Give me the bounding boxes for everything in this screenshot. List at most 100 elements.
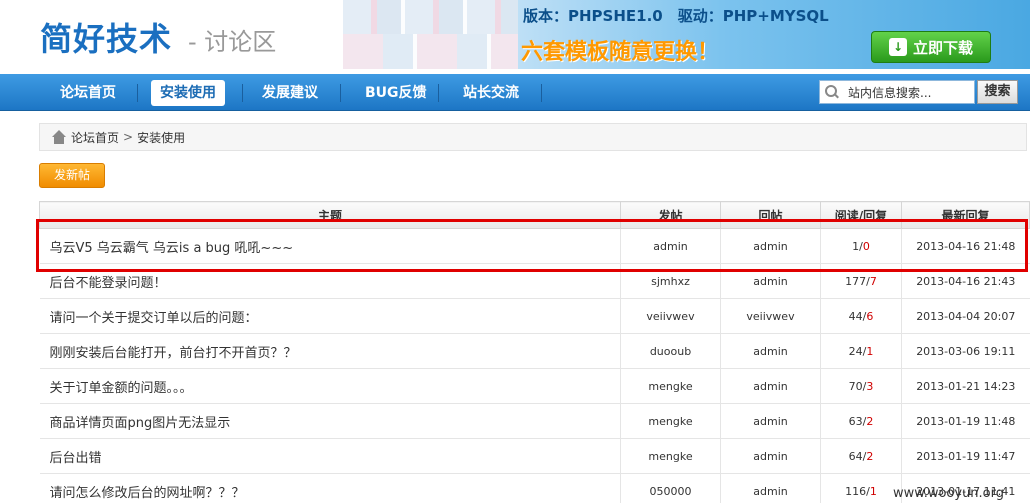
last-replier-link[interactable]: admin (720, 228, 821, 264)
author-link[interactable]: 050000 (620, 473, 721, 503)
topic-title-link[interactable]: 商品详情页面png图片无法显示 (39, 403, 621, 439)
last-replier-link[interactable]: admin (720, 438, 821, 474)
reply-count: 1 (866, 344, 874, 358)
banner-version-text: 版本：PHPSHE1.0 驱动：PHP+MYSQL (523, 7, 829, 25)
author-link[interactable]: sjmhxz (620, 263, 721, 299)
nav-item-webmaster-exchange[interactable]: 站长交流 (454, 80, 528, 106)
table-header-row: 主题 发帖 回帖 阅读/回复 最新回复 (39, 201, 1030, 229)
nav-divider (137, 84, 138, 102)
read-count: 24 (848, 344, 863, 358)
nav-item-forum-home[interactable]: 论坛首页 (51, 80, 125, 106)
topic-table: 主题 发帖 回帖 阅读/回复 最新回复 乌云V5 乌云霸气 乌云is a bug… (39, 201, 1030, 503)
column-header-reads-replies: 阅读/回复 (820, 201, 902, 229)
logo-subtitle: - 讨论区 (188, 28, 277, 56)
download-label: 立即下载 (912, 38, 973, 57)
reply-count: 2 (866, 449, 874, 463)
nav-divider (242, 84, 243, 102)
nav-divider (438, 84, 439, 102)
last-reply-date: 2013-01-19 11:47 (901, 438, 1030, 474)
reads-replies-cell: 116/1 (820, 473, 902, 503)
download-icon: ↓ (888, 38, 907, 56)
topic-title-link[interactable]: 请问一个关于提交订单以后的问题： (39, 298, 621, 334)
column-header-replier: 回帖 (720, 201, 821, 229)
last-reply-date: 2013-01-19 11:48 (901, 403, 1030, 439)
read-count: 70 (848, 379, 863, 393)
last-replier-link[interactable]: admin (720, 473, 821, 503)
breadcrumb-home-link[interactable]: 论坛首页 (71, 129, 119, 146)
table-row[interactable]: 刚刚安装后台能打开，前台打不开首页？？ duooub admin 24/1 2013-0… (39, 333, 1030, 369)
table-row[interactable]: 请问怎么修改后台的网址啊？？？ 050000 admin 116/1 2013-01-1… (39, 473, 1030, 503)
last-reply-date: 2013-03-06 19:11 (901, 333, 1030, 369)
last-replier-link[interactable]: admin (720, 403, 821, 439)
reads-replies-cell: 1/0 (820, 228, 902, 264)
author-link[interactable]: duooub (620, 333, 721, 369)
reply-count: 1 (869, 484, 877, 498)
reads-replies-cell: 64/2 (820, 438, 902, 474)
column-header-author: 发帖 (620, 201, 721, 229)
nav-item-install-usage[interactable]: 安装使用 (151, 80, 225, 106)
reads-replies-cell: 44/6 (820, 298, 902, 334)
topic-title-link[interactable]: 刚刚安装后台能打开，前台打不开首页？？ (39, 333, 621, 369)
breadcrumb-separator: > (123, 130, 134, 144)
reply-count: 7 (869, 274, 877, 288)
author-link[interactable]: mengke (620, 403, 721, 439)
nav-divider (541, 84, 542, 102)
author-link[interactable]: mengke (620, 368, 721, 404)
search-input[interactable] (842, 82, 970, 102)
column-header-last-reply: 最新回复 (901, 201, 1030, 229)
topic-title-link[interactable]: 后台出错 (39, 438, 621, 474)
nav-item-development-suggestions[interactable]: 发展建议 (253, 80, 327, 106)
home-icon (51, 130, 67, 144)
last-replier-link[interactable]: admin (720, 333, 821, 369)
table-row[interactable]: 关于订单金额的问题。。。 mengke admin 70/3 2013-01-21 14… (39, 368, 1030, 404)
download-button[interactable]: ↓ 立即下载 (871, 31, 991, 63)
banner-template-thumbnails (343, 0, 518, 69)
table-row[interactable]: 后台不能登录问题！ sjmhxz admin 177/7 2013-04-16 21:4… (39, 263, 1030, 299)
read-count: 1 (852, 239, 860, 253)
last-replier-link[interactable]: admin (720, 263, 821, 299)
topic-title-link[interactable]: 乌云V5 乌云霸气 乌云is a bug 吼吼~~~ (39, 228, 621, 264)
search-button[interactable]: 搜索 (977, 80, 1018, 104)
reads-replies-cell: 70/3 (820, 368, 902, 404)
author-link[interactable]: admin (620, 228, 721, 264)
breadcrumb-current[interactable]: 安装使用 (137, 129, 185, 146)
reply-count: 6 (866, 309, 874, 323)
site-logo[interactable]: 简好技术 (40, 14, 172, 60)
read-count: 116 (845, 484, 867, 498)
last-replier-link[interactable]: veiivwev (720, 298, 821, 334)
read-count: 63 (848, 414, 863, 428)
site-header: 简好技术 - 讨论区 版本：PHPSHE1.0 驱动：PHP+MYSQL 六套模… (0, 0, 1030, 74)
last-reply-date: 2013-04-16 21:48 (901, 228, 1030, 264)
reply-count: 2 (866, 414, 874, 428)
column-header-subject: 主题 (39, 201, 621, 229)
nav-divider (340, 84, 341, 102)
table-row[interactable]: 请问一个关于提交订单以后的问题： veiivwev veiivwev 44/6 2013… (39, 298, 1030, 334)
table-row[interactable]: 后台出错 mengke admin 64/2 2013-01-19 11:47 (39, 438, 1030, 474)
last-reply-date: 2013-04-04 20:07 (901, 298, 1030, 334)
last-replier-link[interactable]: admin (720, 368, 821, 404)
topic-title-link[interactable]: 关于订单金额的问题。。。 (39, 368, 621, 404)
last-reply-date: 2013-04-16 21:43 (901, 263, 1030, 299)
topic-title-link[interactable]: 请问怎么修改后台的网址啊？？？ (39, 473, 621, 503)
banner-slogan: 六套模板随意更换！ (521, 40, 720, 65)
read-count: 44 (848, 309, 863, 323)
table-row[interactable]: 乌云V5 乌云霸气 乌云is a bug 吼吼~~~ admin admin 1/0 2… (39, 228, 1030, 264)
new-post-button[interactable]: 发新帖 (39, 163, 105, 188)
read-count: 64 (848, 449, 863, 463)
reads-replies-cell: 177/7 (820, 263, 902, 299)
reads-replies-cell: 24/1 (820, 333, 902, 369)
ad-banner[interactable]: 版本：PHPSHE1.0 驱动：PHP+MYSQL 六套模板随意更换！ ↓ 立即… (343, 0, 1030, 69)
table-row[interactable]: 商品详情页面png图片无法显示 mengke admin 63/2 2013-01-19… (39, 403, 1030, 439)
author-link[interactable]: mengke (620, 438, 721, 474)
last-reply-date: 2013-01-21 14:23 (901, 368, 1030, 404)
reply-count: 3 (866, 379, 874, 393)
reply-count: 0 (862, 239, 870, 253)
watermark: www.wooyun.org (893, 486, 1005, 501)
breadcrumb: 论坛首页 > 安装使用 (39, 123, 1027, 151)
read-count: 177 (845, 274, 867, 288)
author-link[interactable]: veiivwev (620, 298, 721, 334)
search-box (819, 80, 975, 104)
search-icon (820, 81, 842, 103)
topic-title-link[interactable]: 后台不能登录问题！ (39, 263, 621, 299)
nav-item-bug-feedback[interactable]: BUG反馈 (356, 80, 436, 106)
